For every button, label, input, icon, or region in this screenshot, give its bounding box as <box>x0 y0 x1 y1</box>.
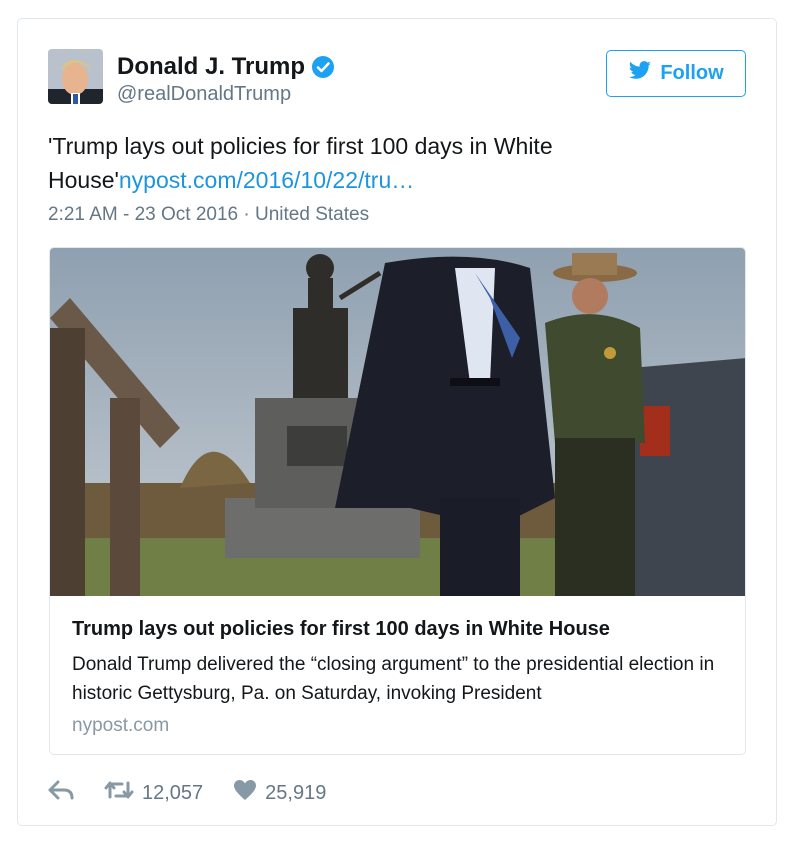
follow-button[interactable]: Follow <box>606 50 746 97</box>
follow-label: Follow <box>660 62 724 84</box>
location[interactable]: United States <box>255 204 369 225</box>
tweet-link[interactable]: nypost.com/2016/10/22/tru… <box>119 167 414 193</box>
heart-icon <box>233 779 257 807</box>
twitter-bird-icon <box>628 60 652 87</box>
avatar[interactable] <box>48 49 103 104</box>
author-block: Donald J. Trump @realDonaldTrump <box>117 53 335 107</box>
author-handle[interactable]: @realDonaldTrump <box>117 81 335 107</box>
avatar-image <box>48 49 103 104</box>
tweet-actions: 12,057 25,919 <box>48 779 356 807</box>
verified-badge-icon <box>311 55 335 79</box>
like-count: 25,919 <box>265 781 327 804</box>
author-name[interactable]: Donald J. Trump <box>117 53 305 81</box>
card-photo <box>50 248 745 596</box>
retweet-count: 12,057 <box>142 781 204 804</box>
card-title[interactable]: Trump lays out policies for first 100 da… <box>72 618 610 641</box>
reply-icon <box>48 780 74 806</box>
card-description: Donald Trump delivered the “closing argu… <box>72 654 715 704</box>
tweet-card: Donald J. Trump @realDonaldTrump Follow … <box>17 18 777 826</box>
retweet-icon <box>104 779 134 807</box>
like-button[interactable]: 25,919 <box>233 779 326 807</box>
meta-separator: · <box>243 204 250 225</box>
link-preview-card[interactable]: Trump lays out policies for first 100 da… <box>49 247 746 755</box>
tweet-meta: 2:21 AM - 23 Oct 2016 · United States <box>48 204 369 226</box>
timestamp[interactable]: 2:21 AM - 23 Oct 2016 <box>48 204 238 225</box>
reply-button[interactable] <box>48 780 74 806</box>
card-domain: nypost.com <box>72 715 170 736</box>
author-name-row: Donald J. Trump <box>117 53 335 81</box>
tweet-text: 'Trump lays out policies for first 100 d… <box>48 129 748 197</box>
retweet-button[interactable]: 12,057 <box>104 779 203 807</box>
